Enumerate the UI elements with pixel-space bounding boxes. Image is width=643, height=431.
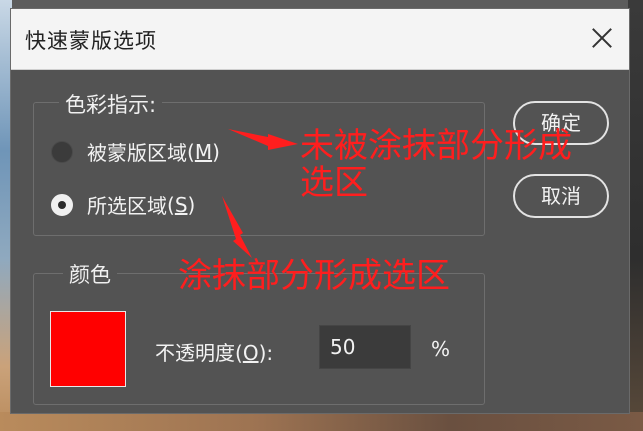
close-icon[interactable] <box>585 21 619 55</box>
radio-selected-areas[interactable]: 所选区域 (S) <box>51 190 195 219</box>
opacity-label: 不透明度(O): <box>155 341 274 365</box>
annotation-unpainted: 未被涂抹部分形成 选区 <box>300 126 572 204</box>
shortcut-key: O <box>242 341 259 365</box>
color-legend: 颜色 <box>63 259 117 289</box>
title-bar: 快速蒙版选项 <box>11 9 629 70</box>
radio-label: 所选区域 <box>87 194 167 218</box>
background-right <box>628 0 643 431</box>
annotation-painted: 涂抹部分形成选区 <box>178 256 450 296</box>
radio-label: 被蒙版区域 <box>87 141 187 165</box>
opacity-input[interactable]: 50 <box>319 325 411 369</box>
shortcut-key: S <box>174 192 188 217</box>
background-bottom <box>0 412 643 431</box>
color-swatch[interactable] <box>50 311 126 387</box>
color-indicates-legend: 色彩指示: <box>59 89 163 119</box>
radio-masked-areas[interactable]: 被蒙版区域 (M) <box>51 137 220 166</box>
radio-button-checked[interactable] <box>51 193 73 216</box>
radio-button[interactable] <box>51 140 73 163</box>
percent-unit: % <box>431 337 451 361</box>
dialog-title: 快速蒙版选项 <box>25 29 157 53</box>
shortcut-key: M <box>194 139 213 164</box>
quick-mask-options-dialog: 快速蒙版选项 色彩指示: 被蒙版区域 (M) 所选区域 (S) 颜色 不透明度(… <box>10 8 630 414</box>
